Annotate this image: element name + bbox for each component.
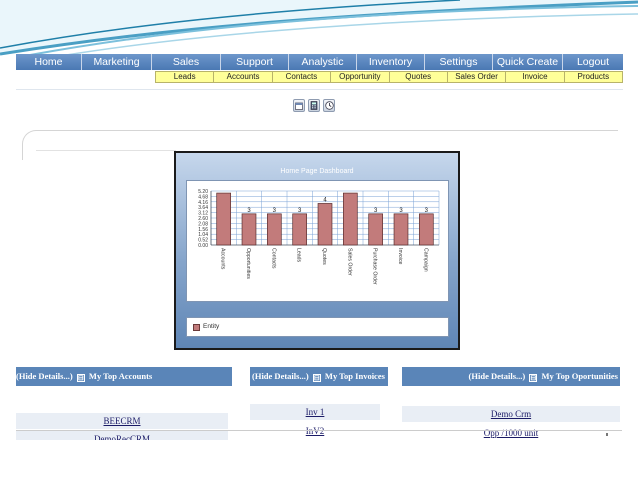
- bar-value-label: 3: [247, 208, 251, 214]
- bar-value-label: 3: [425, 208, 429, 214]
- x-tick-label: Invoice: [397, 248, 403, 265]
- bar-value-label: 3: [374, 208, 378, 214]
- x-tick-label: Contacts: [270, 248, 276, 269]
- nav-settings[interactable]: Settings: [425, 54, 493, 70]
- y-tick-label: 0.00: [198, 243, 208, 249]
- calendar-icon[interactable]: [293, 99, 305, 112]
- x-tick-label: Campaign: [422, 248, 428, 272]
- collapse-icon[interactable]: ⊟: [312, 374, 321, 382]
- nav-quick-create[interactable]: Quick Create: [493, 54, 563, 70]
- x-tick-label: Purchase Order: [372, 248, 378, 285]
- list-item-account[interactable]: DemoRecCRM: [16, 431, 228, 440]
- section-title: My Top Oportunities: [541, 371, 618, 381]
- content-panel-inner-line: [36, 150, 176, 151]
- sub-nav: Leads Accounts Contacts Opportunity Quot…: [155, 71, 623, 83]
- nav-logout[interactable]: Logout: [563, 54, 623, 70]
- clock-icon[interactable]: [323, 99, 335, 112]
- legend-swatch-entity: [193, 324, 200, 331]
- subnav-products[interactable]: Products: [564, 71, 623, 83]
- nav-home[interactable]: Home: [16, 54, 82, 70]
- bar-value-label: 3: [298, 208, 302, 214]
- bar-value-label: 4: [323, 197, 327, 203]
- x-tick-label: Leads: [296, 248, 302, 263]
- toolbar-icons: [293, 99, 335, 112]
- header-swoosh-decoration: [0, 0, 638, 57]
- nav-analystic[interactable]: Analystic: [289, 54, 357, 70]
- x-tick-label: Quotes: [321, 248, 327, 265]
- hide-details-link[interactable]: (Hide Details...): [469, 371, 526, 381]
- corner-mark: [606, 433, 608, 436]
- bar-value-label: 3: [273, 208, 277, 214]
- dashboard-body: Home Page Dashboard 5.20 4.68 4.16 3.64 3.12…: [176, 153, 458, 348]
- list-item-invoice[interactable]: InV2: [250, 423, 380, 439]
- calculator-icon[interactable]: [308, 99, 320, 112]
- bar-sales-order: [343, 192, 358, 246]
- chart-area: 5.20 4.68 4.16 3.64 3.12 2.60 2.08 1.56 1.04 0.52…: [186, 180, 449, 302]
- subnav-opportunity[interactable]: Opportunity: [331, 71, 390, 83]
- nav-support[interactable]: Support: [221, 54, 289, 70]
- subnav-invoice[interactable]: Invoice: [506, 71, 565, 83]
- section-title: My Top Accounts: [88, 371, 153, 381]
- legend-label-entity: Entity: [203, 323, 220, 330]
- bar-purchase-order: [368, 213, 383, 246]
- subnav-quotes[interactable]: Quotes: [389, 71, 448, 83]
- hide-details-link[interactable]: (Hide Details...): [252, 371, 309, 381]
- list-item-opportunity[interactable]: Opp /1000 unit: [402, 425, 620, 441]
- subnav-leads[interactable]: Leads: [155, 71, 215, 83]
- bar-contacts: [267, 213, 282, 246]
- hide-details-link[interactable]: (Hide Details...): [16, 371, 73, 381]
- x-tick-label: Sales Order: [346, 248, 352, 276]
- dashboard-title: Home Page Dashboard: [280, 168, 354, 175]
- entity-bar-chart: 5.204.684.163.643.122.602.081.561.040.52…: [198, 189, 440, 285]
- nav-inventory[interactable]: Inventory: [357, 54, 425, 70]
- main-nav: Home Marketing Sales Support Analystic I…: [16, 54, 623, 70]
- bar-opportunities: [241, 213, 257, 246]
- section-title: My Top Invoices: [324, 371, 385, 381]
- bar-campaign: [419, 213, 434, 246]
- subnav-accounts[interactable]: Accounts: [214, 71, 273, 83]
- bar-accounts: [216, 192, 231, 246]
- chart-legend: Entity: [186, 317, 449, 337]
- bar-quotes: [317, 203, 333, 246]
- subnav-sales-order[interactable]: Sales Order: [447, 71, 507, 83]
- bottom-divider: [16, 430, 622, 431]
- header-divider: [16, 89, 623, 90]
- subnav-contacts[interactable]: Contacts: [272, 71, 332, 83]
- section-header-top-opportunities: (Hide Details...) ⊟ My Top Oportunities: [402, 367, 620, 386]
- list-item-opportunity[interactable]: Demo Crm: [402, 406, 620, 422]
- bar-invoice: [393, 213, 409, 246]
- section-header-top-invoices: (Hide Details...) ⊟ My Top Invoices: [250, 367, 388, 386]
- nav-sales[interactable]: Sales: [152, 54, 221, 70]
- collapse-icon[interactable]: ⊟: [76, 374, 85, 382]
- list-item-invoice[interactable]: Inv 1: [250, 404, 380, 420]
- x-tick-label: Opportunities: [245, 248, 251, 279]
- bar-leads: [292, 213, 307, 246]
- list-item-account[interactable]: BEECRM: [16, 413, 228, 429]
- home-dashboard: Home Page Dashboard 5.20 4.68 4.16 3.64 3.12…: [174, 151, 460, 350]
- collapse-icon[interactable]: ⊟: [529, 374, 538, 382]
- bar-value-label: 3: [399, 208, 403, 214]
- x-tick-label: Accounts: [220, 248, 226, 270]
- section-header-top-accounts: (Hide Details...) ⊟ My Top Accounts: [16, 367, 232, 386]
- nav-marketing[interactable]: Marketing: [82, 54, 152, 70]
